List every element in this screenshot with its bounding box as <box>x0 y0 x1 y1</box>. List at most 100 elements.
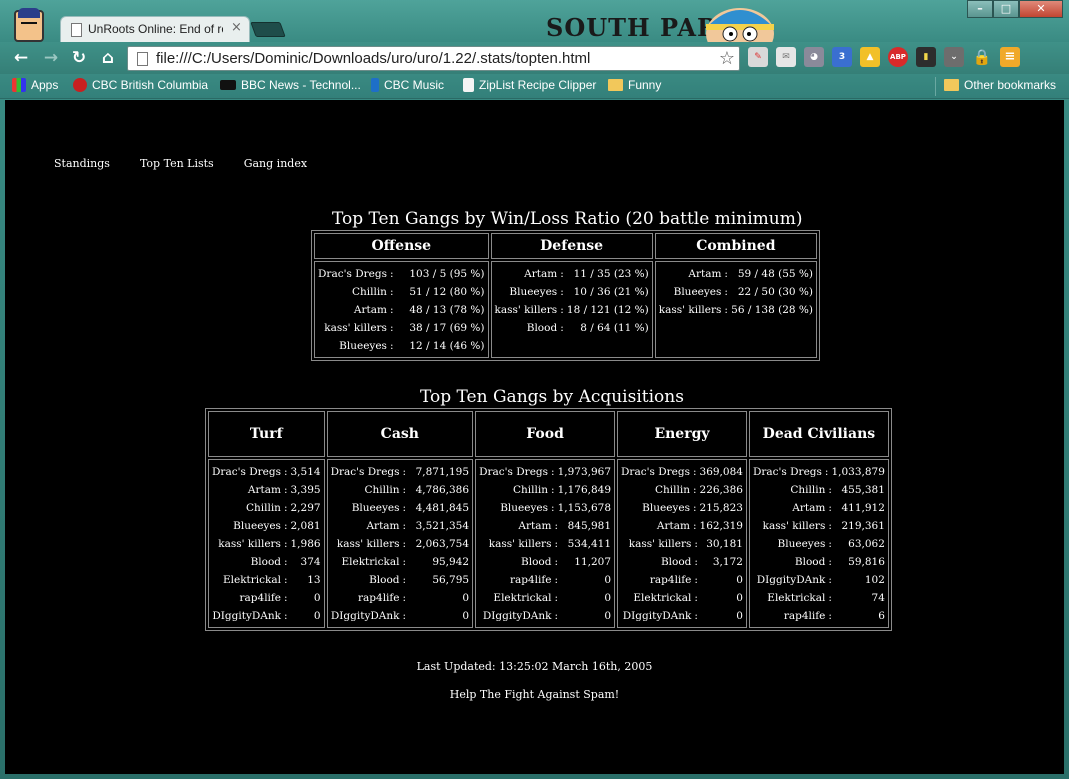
stat-value: 0 <box>462 610 470 622</box>
separator: : <box>828 520 832 532</box>
column-header: Combined <box>654 233 817 259</box>
nav-link-standings[interactable]: Standings <box>54 157 110 170</box>
ranking-row: Drac's Dregs:3,514 <box>212 463 321 481</box>
new-tab-button[interactable] <box>250 22 286 37</box>
stat-value: 22 / 50 (30 %) <box>737 286 813 298</box>
extension-bar: ✎ ✉ ◕ 3 ▲ ABP ▮ ⌄ 🔒 ≡ <box>748 47 1020 67</box>
bookmark-cbc-bc[interactable]: CBC British Columbia <box>73 78 208 92</box>
pen-icon[interactable]: ✎ <box>748 47 768 67</box>
stat-value: 3,395 <box>290 484 321 496</box>
ranking-row: Blueeyes:215,823 <box>621 499 743 517</box>
stat-value: 411,912 <box>841 502 885 514</box>
separator: : <box>554 556 559 568</box>
menu-icon[interactable]: ≡ <box>1000 47 1020 67</box>
separator: : <box>551 484 555 496</box>
separator: : <box>692 520 697 532</box>
separator: : <box>724 286 728 298</box>
ranking-row: Elektrickal: 0 <box>479 589 611 607</box>
tab-close-icon[interactable]: × <box>231 20 242 35</box>
browser-tab[interactable]: UnRoots Online: End of ro × <box>60 16 250 42</box>
remote-icon[interactable]: ▮ <box>916 47 936 67</box>
separator: : <box>724 268 728 280</box>
address-bar[interactable]: file:///C:/Users/Dominic/Downloads/uro/u… <box>127 46 740 71</box>
gang-name: Chillin <box>790 484 826 496</box>
gang-name: rap4life <box>239 592 282 604</box>
forward-icon[interactable]: → <box>40 48 62 68</box>
ghost-icon[interactable]: ◕ <box>804 47 824 67</box>
last-updated: Last Updated: 13:25:02 March 16th, 2005 <box>416 660 653 673</box>
separator: : <box>828 592 832 604</box>
gang-name: Elektrickal <box>767 592 826 604</box>
column-header: Cash <box>326 411 474 457</box>
ranking-row: Drac's Dregs:1,973,967 <box>479 463 611 481</box>
ranking-list: Artam:11 / 35 (23 %) Blueeyes:10 / 36 (21… <box>492 262 652 339</box>
bookmark-cbc-music[interactable]: CBC Music <box>371 78 444 92</box>
separator: : <box>560 286 564 298</box>
ranking-list: Drac's Dregs: 103 / 5 (95 %) Chillin: 51 / … <box>315 262 488 357</box>
column-cell: Drac's Dregs: 103 / 5 (95 %) Chillin: 51 / … <box>314 261 489 358</box>
stat-value: 374 <box>300 556 321 568</box>
lock-icon[interactable]: 🔒 <box>972 47 992 67</box>
ranking-row: kass' killers:18 / 121 (12 %) <box>495 301 649 319</box>
gang-name: kass' killers <box>488 538 552 550</box>
bookmark-label: ZipList Recipe Clipper <box>479 78 597 92</box>
separator: : <box>402 538 407 550</box>
badge-3-icon[interactable]: 3 <box>832 47 852 67</box>
stat-value: 7,871,195 <box>415 466 470 478</box>
ranking-list: Drac's Dregs:3,514 Artam:3,395 Chillin:2,2… <box>209 460 324 627</box>
nav-link-gang-index[interactable]: Gang index <box>244 157 307 170</box>
stat-value: 8 / 64 (11 %) <box>580 322 649 334</box>
mail-icon[interactable]: ✉ <box>776 47 796 67</box>
profile-avatar-icon[interactable] <box>14 8 44 42</box>
drive-icon[interactable]: ▲ <box>860 47 880 67</box>
separator: : <box>551 502 555 514</box>
separator: : <box>389 340 394 352</box>
gang-name: Blood <box>794 556 826 568</box>
home-icon[interactable]: ⌂ <box>97 48 119 68</box>
site-nav: Standings Top Ten Lists Gang index <box>54 157 307 170</box>
separator: : <box>402 484 407 496</box>
stat-value: 56 / 138 (28 %) <box>731 304 813 316</box>
reload-icon[interactable]: ↻ <box>68 48 90 68</box>
stat-value: 4,786,386 <box>415 484 470 496</box>
ranking-row: Artam:411,912 <box>753 499 885 517</box>
gang-name: rap4life <box>509 574 552 586</box>
stat-value: 0 <box>604 592 612 604</box>
bookmark-other[interactable]: Other bookmarks <box>944 78 1056 92</box>
gang-name: Blueeyes <box>351 502 400 514</box>
stat-value: 369,084 <box>699 466 743 478</box>
bookmarks-bar: Apps CBC British Columbia BBC News - Tec… <box>0 74 1069 99</box>
separator: : <box>692 466 697 478</box>
separator: : <box>284 610 288 622</box>
adblock-icon[interactable]: ABP <box>888 47 908 67</box>
ranking-row: kass' killers: 38 / 17 (69 %) <box>318 319 484 337</box>
folder-icon <box>944 79 959 91</box>
ranking-row: DIggityDAnk: 0 <box>212 607 320 625</box>
separator: : <box>828 502 832 514</box>
bookmark-folder-funny[interactable]: Funny <box>608 78 661 92</box>
gang-name: Artam <box>366 520 400 532</box>
ranking-row: rap4life: 6 <box>753 607 885 625</box>
ranking-row: kass' killers:219,361 <box>753 517 885 535</box>
tab-title: UnRoots Online: End of ro <box>88 22 223 36</box>
cbc-logo-icon <box>73 78 87 92</box>
ranking-row: Drac's Dregs:7,871,195 <box>331 463 470 481</box>
gang-name: Elektrickal <box>633 592 692 604</box>
spam-link[interactable]: Help The Fight Against Spam! <box>5 688 1064 701</box>
acquisitions-title: Top Ten Gangs by Acquisitions <box>420 387 684 407</box>
bookmark-bbc-news[interactable]: BBC News - Technol... <box>220 78 361 92</box>
stat-value: 1,153,678 <box>557 502 612 514</box>
back-icon[interactable]: ← <box>10 48 32 68</box>
bookmark-apps[interactable]: Apps <box>12 78 58 92</box>
column-cell: Drac's Dregs:1,973,967 Chillin:1,176,849 B… <box>475 459 616 628</box>
winloss-title: Top Ten Gangs by Win/Loss Ratio (20 batt… <box>332 209 803 229</box>
pocket-icon[interactable]: ⌄ <box>944 47 964 67</box>
nav-link-top-ten-lists[interactable]: Top Ten Lists <box>140 157 214 170</box>
bookmark-star-icon[interactable]: ☆ <box>719 48 735 69</box>
close-window-icon[interactable]: ✕ <box>1019 0 1063 18</box>
maximize-icon[interactable]: □ <box>993 0 1019 18</box>
bookmark-ziplist[interactable]: ZipList Recipe Clipper <box>463 78 596 92</box>
ranking-list: Drac's Dregs:1,973,967 Chillin:1,176,849 B… <box>476 460 614 627</box>
stat-value: 18 / 121 (12 %) <box>566 304 649 316</box>
minimize-icon[interactable]: – <box>967 0 993 18</box>
